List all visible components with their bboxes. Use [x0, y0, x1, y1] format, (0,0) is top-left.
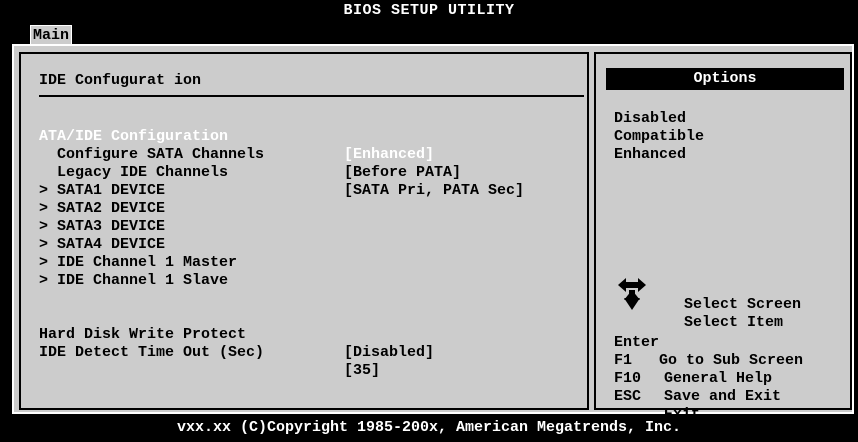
submenu-sata3-device[interactable]: > SATA3 DEVICE [39, 218, 165, 236]
section-divider [39, 95, 584, 97]
option-item-enhanced[interactable]: Enhanced [614, 146, 686, 164]
copyright-footer: vxx.xx (C)Copyright 1985-200x, American … [176, 419, 682, 436]
bios-title: BIOS SETUP UTILITY [343, 2, 515, 19]
help-panel: Options Disabled Compatible Enhanced Sel… [594, 52, 852, 423]
submenu-sata2-device[interactable]: > SATA2 DEVICE [39, 200, 165, 218]
options-header: Options [606, 68, 844, 90]
option-item-disabled[interactable]: Disabled [614, 110, 686, 128]
submenu-sata1-device[interactable]: > SATA1 DEVICE [39, 182, 165, 200]
option-item-compatible[interactable]: Compatible [614, 128, 704, 146]
setting-row-ide-detect-time-out[interactable]: IDE Detect Time Out (Sec) [35] [39, 326, 579, 398]
section-title: IDE Confugurat ion [39, 72, 202, 89]
setting-label: Legacy IDE Channels [39, 164, 229, 181]
help-key: ESC [614, 388, 642, 405]
setting-label: IDE Detect Time Out (Sec) [39, 344, 265, 361]
setting-value[interactable]: [35] [344, 362, 380, 380]
tab-main[interactable]: Main [30, 25, 73, 45]
submenu-ide-channel-1-master[interactable]: > IDE Channel 1 Master [39, 254, 237, 272]
submenu-sata4-device[interactable]: > SATA4 DEVICE [39, 236, 165, 254]
arrows-icon [618, 278, 646, 310]
settings-panel: IDE Confugurat ion ATA/IDE Configuration… [19, 52, 589, 410]
submenu-ide-channel-1-slave[interactable]: > IDE Channel 1 Slave [39, 272, 228, 290]
setting-value[interactable]: [SATA Pri, PATA Sec] [344, 182, 524, 200]
